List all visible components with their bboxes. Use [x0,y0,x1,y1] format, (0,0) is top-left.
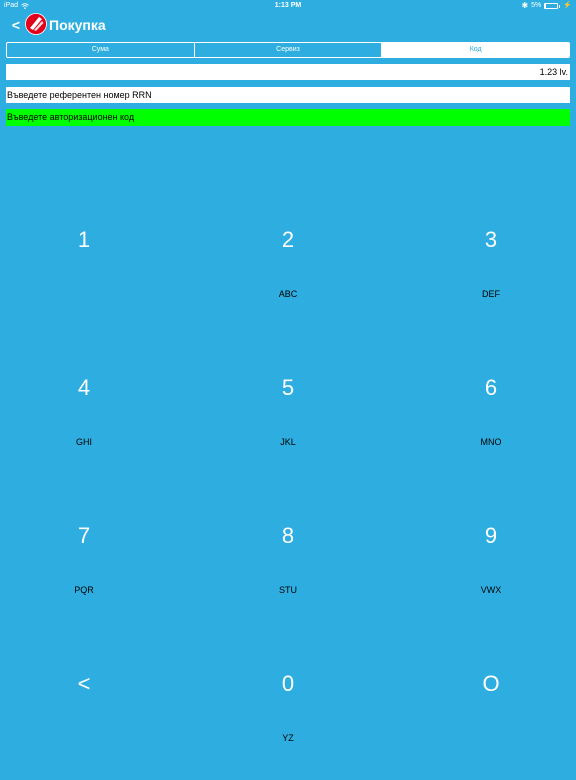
key-7[interactable]: 7 PQR [14,522,154,632]
key-letters: YZ [282,733,294,743]
key-backspace[interactable]: < [14,670,154,780]
key-9[interactable]: 9 VWX [421,522,561,632]
key-digit: 4 [77,375,91,400]
key-letters: PQR [74,585,94,595]
key-digit: 6 [484,375,498,400]
key-digit: 2 [281,227,295,252]
key-3[interactable]: 3 DEF [421,226,561,336]
key-0[interactable]: 0 YZ [218,670,358,780]
key-letters: ABC [278,289,298,299]
key-digit: 1 [77,227,91,252]
key-digit: 0 [281,671,295,696]
key-letters: VWX [480,585,502,595]
key-4[interactable]: 4 GHI [14,374,154,484]
key-digit: 5 [281,375,295,400]
key-letters: STU [279,585,297,595]
key-digit: 9 [484,523,498,548]
key-ok[interactable]: O [421,670,561,780]
key-letters: MNO [480,437,502,447]
keypad: 1 2 ABC 3 DEF 4 GHI 5 JKL 6 MNO 7 PQR 8 … [0,0,576,768]
key-digit: 3 [484,227,498,252]
backspace-icon: < [77,671,91,696]
key-6[interactable]: 6 MNO [421,374,561,484]
key-2[interactable]: 2 ABC [218,226,358,336]
key-digit: 8 [281,523,295,548]
key-letters: GHI [75,437,92,447]
key-digit: 7 [77,523,91,548]
key-letters: DEF [482,289,500,299]
key-digit: O [482,671,500,696]
key-8[interactable]: 8 STU [218,522,358,632]
key-1[interactable]: 1 [14,226,154,336]
key-5[interactable]: 5 JKL [218,374,358,484]
key-letters: JKL [280,437,296,447]
